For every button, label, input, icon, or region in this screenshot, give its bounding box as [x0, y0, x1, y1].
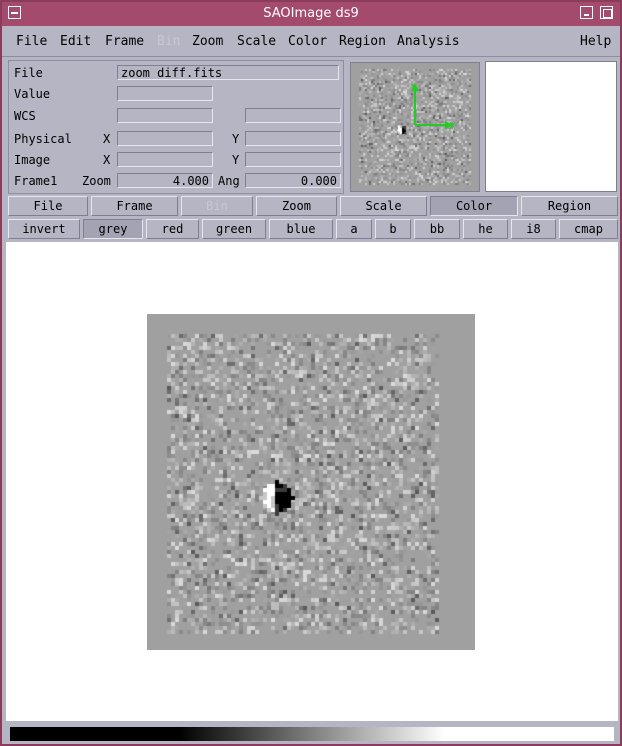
menu-color[interactable]: Color — [288, 34, 327, 49]
cmap-b[interactable]: b — [375, 219, 411, 239]
magnifier-view — [485, 61, 617, 192]
menu-file[interactable]: File — [16, 34, 47, 49]
button-bar: File Frame Bin Zoom Scale Color Region — [8, 196, 618, 216]
wcs-label: WCS — [14, 109, 36, 123]
file-label: File — [14, 66, 43, 80]
cmap-a[interactable]: a — [336, 219, 372, 239]
button-region[interactable]: Region — [521, 196, 618, 216]
colorbar[interactable] — [10, 727, 614, 741]
image-y-field — [245, 152, 341, 167]
image-y-label: Y — [232, 153, 240, 167]
physical-y-label: Y — [232, 132, 240, 146]
cmap-blue[interactable]: blue — [269, 219, 333, 239]
cmap-green[interactable]: green — [202, 219, 266, 239]
physical-x-field — [117, 131, 213, 146]
button-bin: Bin — [181, 196, 253, 216]
cmap-red[interactable]: red — [146, 219, 199, 239]
menu-bin: Bin — [157, 34, 181, 49]
image-label: Image — [14, 153, 51, 167]
cmap-i8[interactable]: i8 — [511, 219, 556, 239]
window-title: SAOImage ds9 — [263, 6, 359, 21]
title-bar[interactable]: SAOImage ds9 — [2, 2, 620, 26]
file-field: zoom_diff.fits — [117, 65, 339, 80]
cmap-cmap[interactable]: cmap — [559, 219, 618, 239]
colorbar-panel — [6, 724, 618, 744]
menu-bar: File Edit Frame Bin Zoom Scale Color Reg… — [2, 26, 620, 57]
image-x-field — [117, 152, 213, 167]
menu-edit[interactable]: Edit — [60, 34, 91, 49]
ds9-window: SAOImage ds9 File Edit Frame Bin Zoom Sc… — [0, 0, 622, 746]
cmap-bb[interactable]: bb — [414, 219, 460, 239]
info-panel: File zoom_diff.fits Value WCS Physical X… — [8, 60, 344, 194]
compass-icon: Y X — [410, 83, 456, 132]
menu-zoom[interactable]: Zoom — [192, 34, 223, 49]
physical-y-field — [245, 131, 341, 146]
fits-image[interactable] — [147, 314, 475, 650]
compass-y-label: Y — [410, 83, 418, 94]
button-zoom[interactable]: Zoom — [256, 196, 337, 216]
menu-analysis[interactable]: Analysis — [397, 34, 460, 49]
wcs-field-2 — [245, 108, 341, 123]
menu-scale[interactable]: Scale — [237, 34, 276, 49]
ang-field: 0.000 — [245, 173, 341, 188]
compass-x-label: X — [449, 121, 456, 132]
frame-label: Frame1 — [14, 174, 58, 188]
wcs-field-1 — [117, 108, 213, 123]
image-x-label: X — [103, 153, 111, 167]
value-label: Value — [14, 87, 51, 101]
button-scale[interactable]: Scale — [340, 196, 427, 216]
value-field — [117, 86, 213, 101]
menu-region[interactable]: Region — [339, 34, 386, 49]
cmap-invert[interactable]: invert — [8, 219, 80, 239]
colormap-bar: invert grey red green blue a b bb he i8 … — [8, 219, 618, 239]
button-color[interactable]: Color — [430, 196, 518, 216]
fits-image-pixels — [147, 314, 475, 650]
cmap-he[interactable]: he — [463, 219, 508, 239]
maximize-icon[interactable] — [600, 6, 613, 19]
menu-frame[interactable]: Frame — [105, 34, 144, 49]
minimize-icon[interactable] — [580, 6, 593, 19]
zoom-label: Zoom — [82, 174, 111, 188]
physical-x-label: X — [103, 132, 111, 146]
ang-label: Ang — [218, 174, 240, 188]
panner-view[interactable]: Y X — [350, 62, 480, 192]
physical-label: Physical — [14, 132, 72, 146]
menu-help[interactable]: Help — [580, 34, 611, 49]
button-file[interactable]: File — [8, 196, 88, 216]
button-frame[interactable]: Frame — [91, 196, 178, 216]
zoom-field: 4.000 — [117, 173, 213, 188]
cmap-grey[interactable]: grey — [83, 219, 143, 239]
